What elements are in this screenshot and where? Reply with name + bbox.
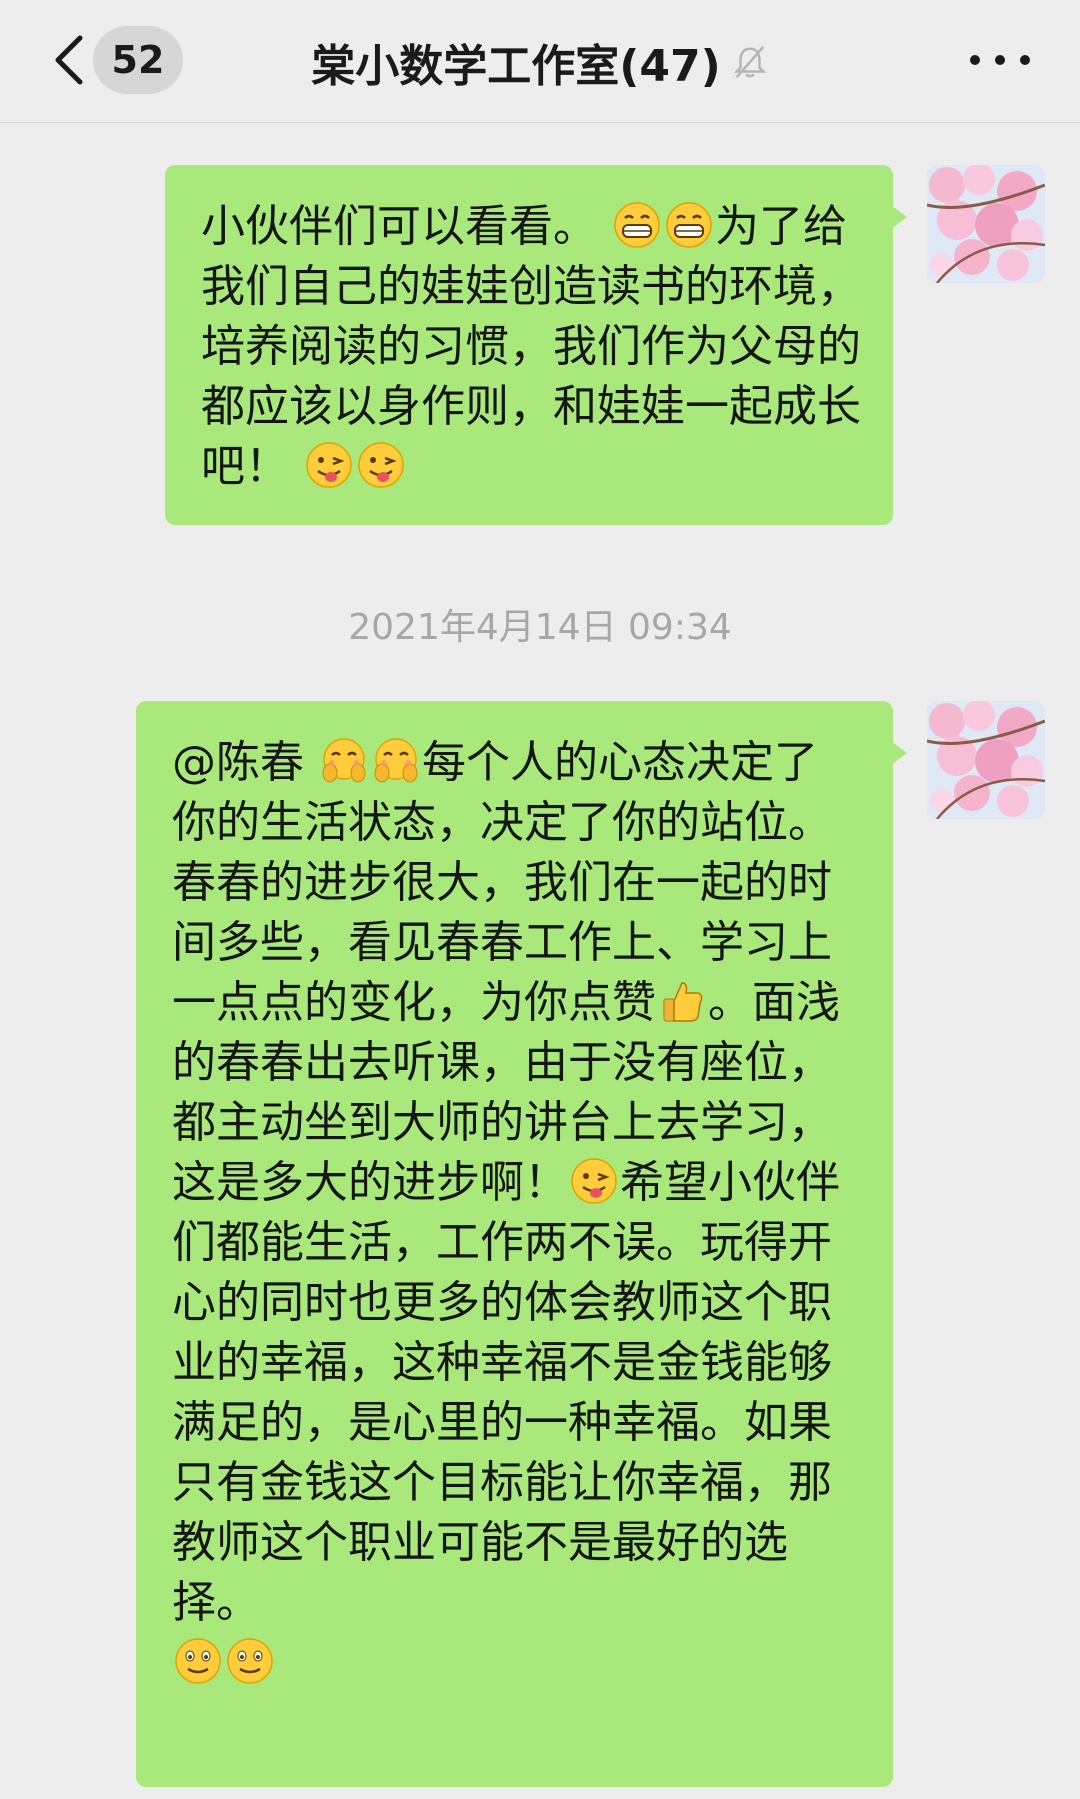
wink-tongue-emoji-icon — [306, 442, 352, 488]
mention-text[interactable]: @陈春 — [172, 737, 318, 788]
more-dot — [1020, 55, 1030, 65]
wink-tongue-emoji-icon — [571, 1158, 617, 1204]
message-text: 希望小伙伴们都能生活，工作两不误。玩得开心的同时也更多的体会教师这个职业的幸福，… — [172, 1157, 840, 1628]
hehe-emoji-icon — [374, 738, 418, 783]
message-bubble[interactable]: @陈春 每个人的心态决定了你的生活状态，决定了你的站位。春春的进步很大，我们在一… — [136, 701, 907, 1787]
hehe-emoji-icon — [322, 738, 366, 783]
cherry-blossom-avatar-icon — [927, 701, 1045, 819]
chat-title: 棠小数学工作室(47) — [300, 30, 780, 94]
mute-bell-icon — [733, 46, 766, 78]
grin-emoji-icon — [666, 202, 712, 248]
more-options-button[interactable] — [970, 40, 1030, 80]
message-text: 小伙伴们可以看看。 — [201, 201, 597, 252]
more-dot — [995, 55, 1005, 65]
chat-title-text: 棠小数学工作室(47) — [311, 41, 721, 92]
smile-emoji-icon — [175, 1638, 221, 1684]
unread-count-badge[interactable]: 52 — [93, 26, 183, 94]
smile-emoji-icon — [227, 1638, 273, 1684]
user-avatar[interactable] — [927, 165, 1045, 283]
wink-tongue-emoji-icon — [358, 442, 404, 488]
user-avatar[interactable] — [927, 701, 1045, 819]
cherry-blossom-avatar-icon — [927, 165, 1045, 283]
back-button[interactable] — [42, 30, 96, 90]
message-bubble[interactable]: 小伙伴们可以看看。 为了给我们自己的娃娃创造读书的环境，培养阅读的习惯，我们作为… — [165, 165, 907, 525]
chat-header: 52 棠小数学工作室(47) — [0, 0, 1080, 123]
grin-emoji-icon — [614, 202, 660, 248]
thumbs-up-emoji-icon — [663, 982, 703, 1022]
message-timestamp: 2021年4月14日 09:34 — [348, 607, 732, 648]
more-dot — [970, 55, 980, 65]
chevron-left-icon — [55, 35, 83, 85]
